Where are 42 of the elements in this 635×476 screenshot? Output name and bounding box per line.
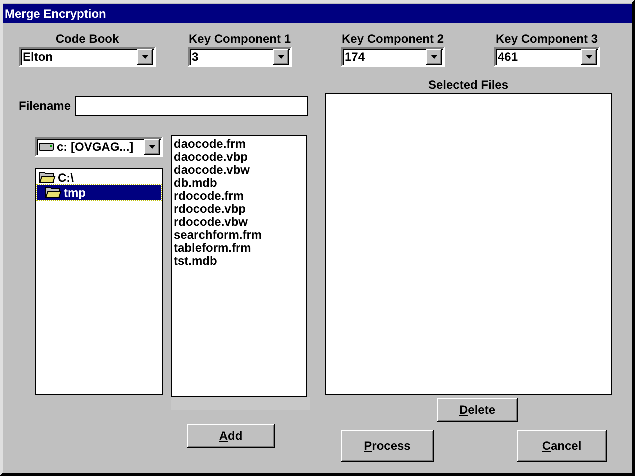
combo-label: Key Component 1: [188, 32, 291, 47]
filename-field[interactable]: [75, 96, 308, 116]
down-arrow-icon: [430, 55, 438, 59]
dropdown-button[interactable]: [137, 49, 153, 65]
file-item[interactable]: daocode.vbp: [174, 151, 306, 164]
dropdown-button[interactable]: [144, 139, 160, 155]
combo-box[interactable]: 461: [494, 47, 600, 67]
file-item[interactable]: rdocode.frm: [174, 190, 306, 203]
dropdown-button[interactable]: [581, 49, 597, 65]
title-bar: Merge Encryption: [3, 4, 632, 23]
dropdown-button[interactable]: [273, 49, 289, 65]
file-item[interactable]: daocode.vbw: [174, 164, 306, 177]
folder-icon: [39, 171, 56, 184]
selected-files-label: Selected Files: [428, 78, 509, 93]
add-button[interactable]: Add: [187, 424, 275, 448]
folder-icon: [45, 186, 62, 199]
folder-item[interactable]: tmp: [37, 185, 161, 200]
down-arrow-icon: [148, 145, 156, 149]
combo-label: Key Component 2: [342, 32, 444, 47]
filename-label: Filename: [19, 98, 72, 115]
file-item[interactable]: searchform.frm: [174, 229, 306, 242]
file-item[interactable]: daocode.frm: [174, 138, 306, 151]
file-item[interactable]: rdocode.vbw: [174, 216, 306, 229]
drive-icon: [39, 143, 54, 151]
delete-button[interactable]: Delete: [437, 398, 518, 422]
drive-combo-box[interactable]: c: [OVGAG...]: [35, 137, 163, 157]
folder-item[interactable]: C:\: [37, 170, 161, 185]
combo-label: Code Book: [56, 32, 120, 47]
file-item[interactable]: tableform.frm: [174, 242, 306, 255]
combo-box[interactable]: Elton: [19, 47, 156, 67]
combo-box[interactable]: 174: [341, 47, 445, 67]
cancel-button[interactable]: Cancel: [517, 430, 607, 462]
process-button[interactable]: Process: [341, 430, 434, 462]
combo-box[interactable]: 3: [188, 47, 292, 67]
dropdown-button[interactable]: [426, 49, 442, 65]
file-item[interactable]: tst.mdb: [174, 255, 306, 268]
file-item[interactable]: db.mdb: [174, 177, 306, 190]
combo-label: Key Component 3: [496, 32, 598, 47]
down-arrow-icon: [142, 55, 148, 59]
down-arrow-icon: [278, 55, 284, 59]
file-item[interactable]: rdocode.vbp: [174, 203, 306, 216]
down-arrow-icon: [586, 55, 592, 59]
